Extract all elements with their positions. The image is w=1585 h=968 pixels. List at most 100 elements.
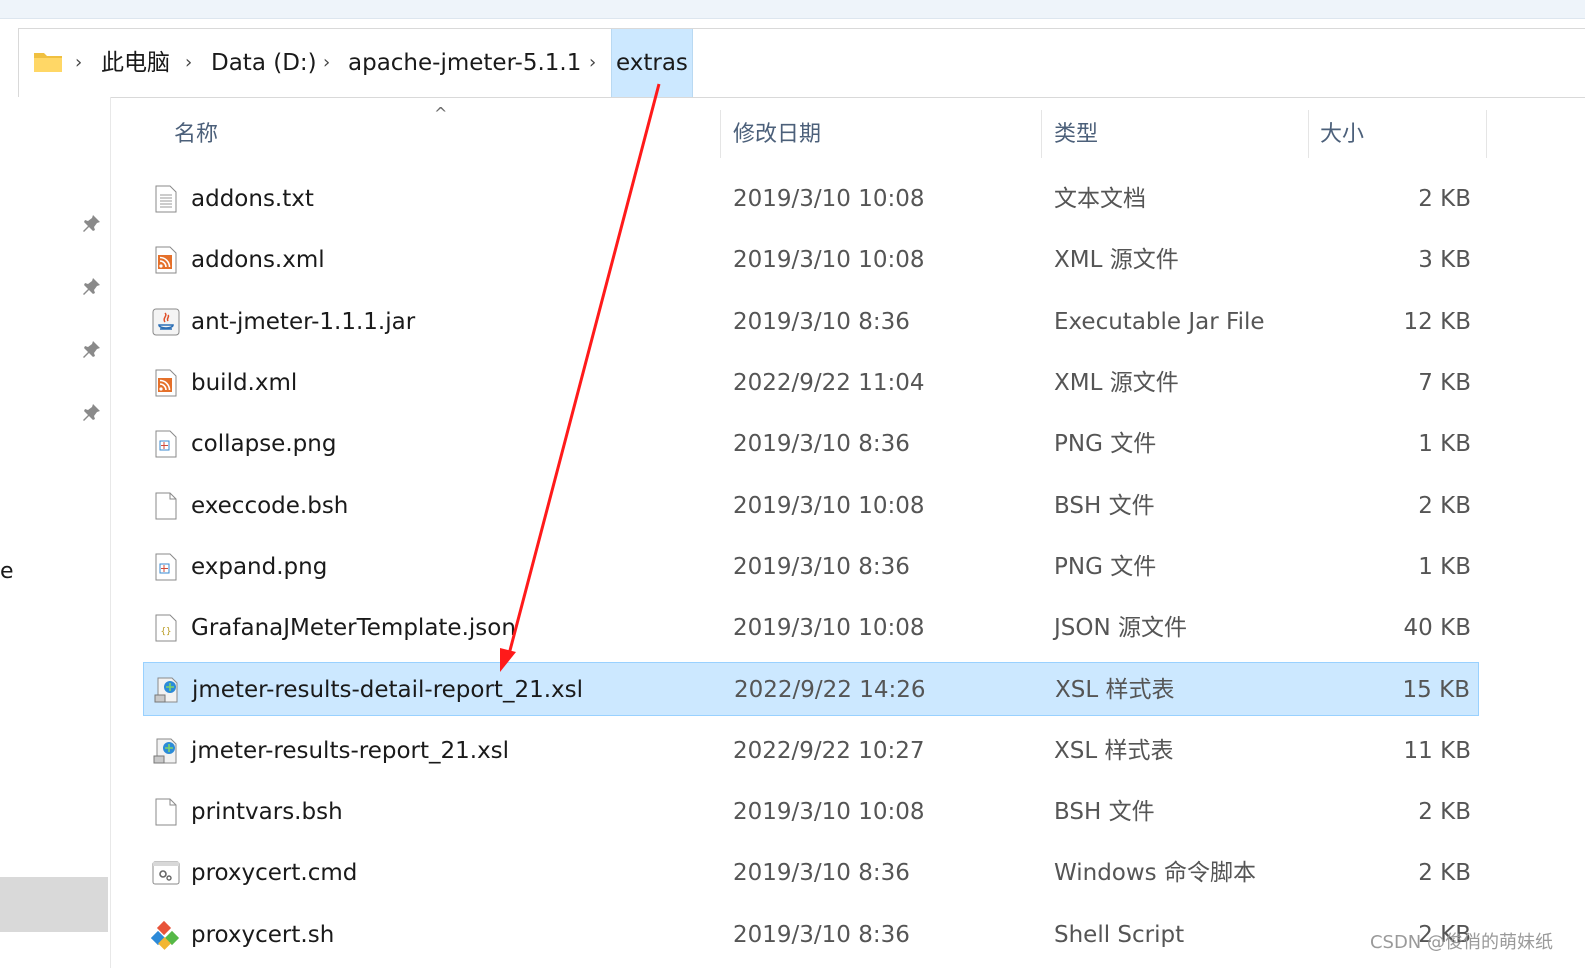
file-size: 2 KB <box>1418 860 1471 886</box>
file-name: jmeter-results-report_21.xsl <box>191 738 510 764</box>
file-row[interactable]: printvars.bsh 2019/3/10 10:08 BSH 文件 2 KB <box>143 785 1479 839</box>
column-size[interactable]: 大小 <box>1320 108 1364 158</box>
address-bar[interactable]: › 此电脑 › Data (D:) › apache-jmeter-5.1.1 … <box>18 28 1585 98</box>
column-divider[interactable] <box>1041 110 1042 158</box>
pin-icon[interactable] <box>80 276 102 298</box>
file-row[interactable]: expand.png 2019/3/10 8:36 PNG 文件 1 KB <box>143 540 1479 594</box>
file-type: PNG 文件 <box>1054 431 1157 457</box>
file-row[interactable]: build.xml 2022/9/22 11:04 XML 源文件 7 KB <box>143 356 1479 410</box>
file-type: XSL 样式表 <box>1054 738 1174 764</box>
svg-text:{}: {} <box>161 627 172 637</box>
file-date-modified: 2019/3/10 8:36 <box>733 922 910 948</box>
file-row[interactable]: addons.txt 2019/3/10 10:08 文本文档 2 KB <box>143 172 1479 226</box>
sort-ascending-icon: ^ <box>434 104 448 123</box>
breadcrumb-separator: › <box>75 52 83 73</box>
file-size: 12 KB <box>1403 309 1471 335</box>
breadcrumb-this-pc[interactable]: 此电脑 <box>101 46 170 80</box>
file-name: addons.txt <box>191 186 314 212</box>
file-date-modified: 2022/9/22 14:26 <box>734 677 926 703</box>
file-type: XML 源文件 <box>1054 370 1179 396</box>
git-shell-icon <box>150 920 181 950</box>
file-type: BSH 文件 <box>1054 799 1155 825</box>
file-date-modified: 2019/3/10 8:36 <box>733 860 910 886</box>
file-size: 2 KB <box>1418 493 1471 519</box>
cmd-script-icon <box>151 858 181 888</box>
file-date-modified: 2019/3/10 8:36 <box>733 309 910 335</box>
blank-file-icon <box>151 491 181 521</box>
java-jar-icon <box>151 307 181 337</box>
file-row[interactable]: execcode.bsh 2019/3/10 10:08 BSH 文件 2 KB <box>143 479 1479 533</box>
watermark: CSDN @俊俏的萌妹纸 <box>1369 932 1553 953</box>
file-date-modified: 2022/9/22 11:04 <box>733 370 925 396</box>
file-size: 15 KB <box>1402 677 1470 703</box>
file-name: execcode.bsh <box>191 493 349 519</box>
json-file-icon: {} <box>151 613 181 643</box>
file-name: GrafanaJMeterTemplate.json <box>191 615 516 641</box>
file-type: Windows 命令脚本 <box>1054 860 1256 886</box>
column-divider[interactable] <box>1308 110 1309 158</box>
file-row[interactable]: {} GrafanaJMeterTemplate.json 2019/3/10 10… <box>143 601 1479 655</box>
file-name: expand.png <box>191 554 328 580</box>
file-type: 文本文档 <box>1054 186 1146 212</box>
file-size: 3 KB <box>1418 247 1471 273</box>
breadcrumb-data-drive[interactable]: Data (D:) <box>211 46 317 80</box>
xsl-stylesheet-icon <box>151 736 181 766</box>
column-date-modified[interactable]: 修改日期 <box>733 108 821 158</box>
breadcrumb-extras[interactable]: extras <box>611 29 693 97</box>
pin-icon[interactable] <box>80 339 102 361</box>
file-date-modified: 2019/3/10 8:36 <box>733 431 910 457</box>
file-row[interactable]: proxycert.cmd 2019/3/10 8:36 Windows 命令脚本 2… <box>143 846 1479 900</box>
file-type: JSON 源文件 <box>1054 615 1188 641</box>
file-size: 1 KB <box>1418 431 1471 457</box>
file-type: XML 源文件 <box>1054 247 1179 273</box>
navigation-pane: e <box>0 97 111 968</box>
image-file-icon <box>151 429 181 459</box>
column-divider[interactable] <box>720 110 721 158</box>
xml-feed-icon <box>151 368 181 398</box>
file-size: 7 KB <box>1418 370 1471 396</box>
column-type[interactable]: 类型 <box>1054 108 1098 158</box>
file-type: Shell Script <box>1054 922 1185 948</box>
file-date-modified: 2022/9/22 10:27 <box>733 738 925 764</box>
file-size: 40 KB <box>1403 615 1471 641</box>
file-row[interactable]: ant-jmeter-1.1.1.jar 2019/3/10 8:36 Execut… <box>143 295 1479 349</box>
file-size: 11 KB <box>1403 738 1471 764</box>
breadcrumb-separator: › <box>323 52 331 73</box>
file-name: printvars.bsh <box>191 799 343 825</box>
file-name: build.xml <box>191 370 298 396</box>
file-name: addons.xml <box>191 247 325 273</box>
pin-icon[interactable] <box>80 402 102 424</box>
column-header: ^ 名称 修改日期 类型 大小 <box>112 104 1488 158</box>
file-type: BSH 文件 <box>1054 493 1155 519</box>
nav-item-partial[interactable]: e <box>0 559 14 584</box>
file-name: proxycert.sh <box>191 922 335 948</box>
file-size: 1 KB <box>1418 554 1471 580</box>
column-name[interactable]: 名称 <box>174 108 218 158</box>
file-row[interactable]: addons.xml 2019/3/10 10:08 XML 源文件 3 KB <box>143 233 1479 287</box>
file-date-modified: 2019/3/10 10:08 <box>733 615 925 641</box>
file-date-modified: 2019/3/10 10:08 <box>733 493 925 519</box>
file-name: jmeter-results-detail-report_21.xsl <box>192 677 583 703</box>
text-file-icon <box>151 184 181 214</box>
file-row[interactable]: proxycert.sh 2019/3/10 8:36 Shell Script 2 … <box>143 908 1479 962</box>
pin-icon[interactable] <box>80 213 102 235</box>
file-row[interactable]: collapse.png 2019/3/10 8:36 PNG 文件 1 KB <box>143 417 1479 471</box>
file-type: XSL 样式表 <box>1055 677 1175 703</box>
file-date-modified: 2019/3/10 10:08 <box>733 247 925 273</box>
xsl-stylesheet-icon <box>152 675 182 705</box>
file-row[interactable]: jmeter-results-report_21.xsl 2022/9/22 10… <box>143 724 1479 778</box>
file-name: collapse.png <box>191 431 337 457</box>
file-date-modified: 2019/3/10 8:36 <box>733 554 910 580</box>
blank-file-icon <box>151 797 181 827</box>
breadcrumb-separator: › <box>185 52 193 73</box>
file-name: ant-jmeter-1.1.1.jar <box>191 309 416 335</box>
file-type: PNG 文件 <box>1054 554 1157 580</box>
breadcrumb-separator: › <box>589 52 597 73</box>
file-row[interactable]: jmeter-results-detail-report_21.xsl 2022/… <box>143 662 1479 716</box>
image-file-icon <box>151 552 181 582</box>
breadcrumb-jmeter-folder[interactable]: apache-jmeter-5.1.1 <box>348 46 581 80</box>
file-name: proxycert.cmd <box>191 860 358 886</box>
file-date-modified: 2019/3/10 10:08 <box>733 799 925 825</box>
column-divider[interactable] <box>1486 110 1487 158</box>
nav-item-selected[interactable] <box>0 877 108 932</box>
